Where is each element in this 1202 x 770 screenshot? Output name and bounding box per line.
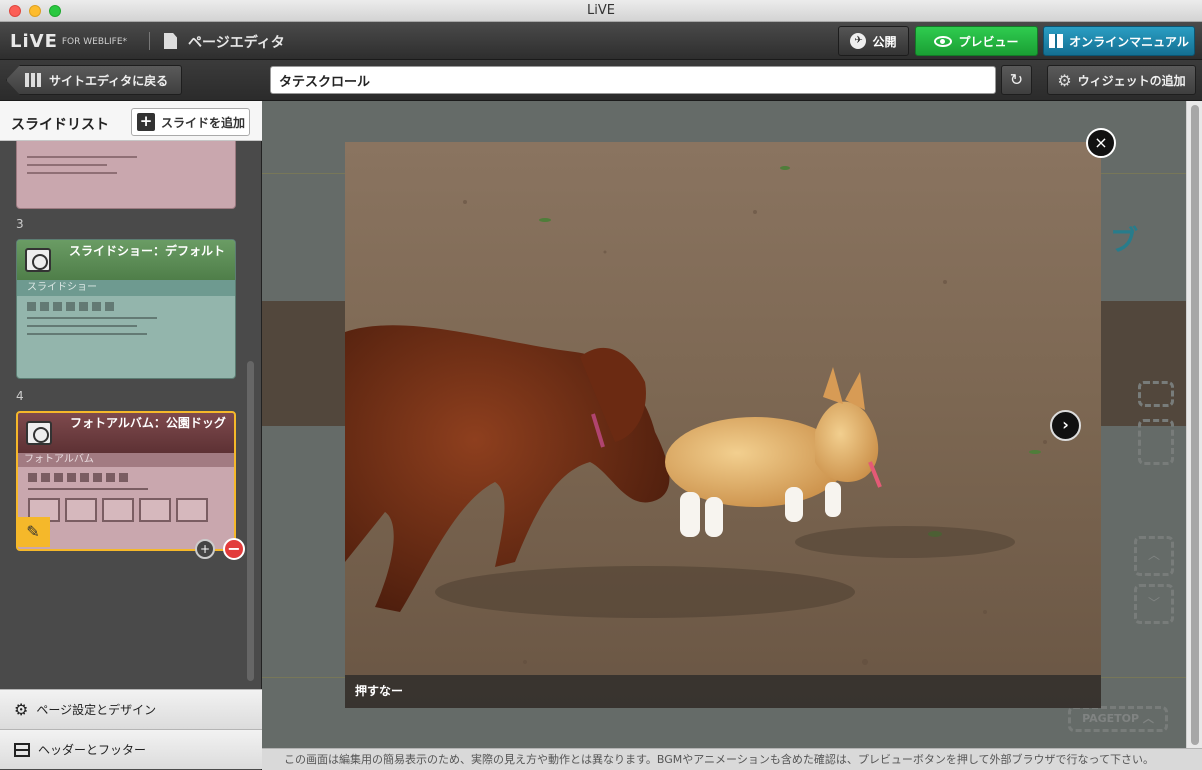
add-widget-button[interactable]: ⚙ ウィジェットの追加 [1047, 65, 1196, 95]
close-icon: × [1094, 133, 1108, 152]
minus-icon: − [227, 539, 241, 558]
lightbox-close-button[interactable]: × [1086, 128, 1116, 158]
slide-card-3[interactable]: スライドショー：デフォルト スライドショー [16, 239, 236, 379]
window-title: LiVE [587, 3, 615, 18]
slide-type-label: スライドショー [17, 280, 235, 296]
chevron-right-icon: › [1062, 415, 1069, 434]
header-footer-icon [14, 742, 30, 757]
page-settings-button[interactable]: ⚙ ページ設定とデザイン [0, 689, 262, 729]
sidebar-scrollbar[interactable] [247, 361, 254, 681]
duplicate-icon: + [199, 542, 211, 556]
slide-number: 4 [16, 389, 24, 403]
window-close-button[interactable] [9, 5, 21, 17]
preview-button[interactable]: プレビュー [915, 26, 1038, 56]
slide-number: 3 [16, 217, 24, 231]
editor-toolbar: サイトエディタに戻る ↻ ⚙ ウィジェットの追加 [0, 60, 1202, 101]
app-header: LiVE FOR WEBLIFE* ページエディタ ✈ 公開 プレビュー オンライ… [0, 22, 1202, 60]
window-titlebar: LiVE [0, 0, 1202, 22]
book-icon [1049, 34, 1064, 48]
pencil-icon: ✎ [26, 522, 40, 541]
slide-title: スライドショー：デフォルト [69, 244, 226, 258]
slide-list-title: スライドリスト [11, 117, 109, 133]
eye-icon [934, 35, 953, 47]
edit-slide-button[interactable]: ✎ [16, 517, 50, 547]
publish-icon: ✈ [850, 33, 867, 49]
image-icon [25, 248, 51, 272]
preview-scrollbar-thumb[interactable] [1191, 105, 1199, 745]
preview-scrollbar[interactable] [1186, 101, 1202, 748]
lightbox-photo [345, 142, 1101, 708]
add-slide-button[interactable]: + スライドを追加 [131, 108, 250, 136]
gear-icon: ⚙ [14, 700, 29, 719]
status-message: この画面は編集用の簡易表示のため、実際の見え方や動作とは異なります。BGMやアニ… [262, 748, 1202, 770]
slide-list[interactable]: 3 スライドショー：デフォルト スライドショー 4 フォトアルバム：公園ドッグ … [0, 141, 262, 689]
duplicate-slide-button[interactable]: + [195, 539, 215, 559]
slide-list-sidebar: スライドリスト + スライドを追加 3 スライドショー：デフォルト スライドショ… [0, 101, 262, 770]
lightbox-next-button[interactable]: › [1050, 410, 1081, 441]
page-title: ページエディタ [188, 35, 285, 51]
header-footer-button[interactable]: ヘッダーとフッター [0, 729, 262, 769]
photo-caption: 押すなー [345, 675, 1101, 708]
header-divider [149, 32, 150, 50]
camera-icon [26, 421, 52, 445]
slide-card-2[interactable] [16, 141, 236, 209]
gear-icon: ⚙ [1057, 70, 1072, 90]
delete-slide-button[interactable]: − [223, 538, 245, 560]
plus-icon: + [137, 113, 155, 131]
window-minimize-button[interactable] [29, 5, 41, 17]
page-title-input[interactable] [270, 66, 996, 94]
publish-button[interactable]: ✈ 公開 [838, 26, 909, 56]
slide-type-label: フォトアルバム [18, 453, 234, 467]
refresh-icon: ↻ [1009, 70, 1024, 89]
columns-icon [25, 73, 41, 87]
document-icon [164, 33, 177, 49]
back-to-site-editor-button[interactable]: サイトエディタに戻る [6, 65, 182, 95]
online-manual-button[interactable]: オンラインマニュアル [1043, 26, 1195, 56]
slide-list-header: スライドリスト + スライドを追加 [0, 101, 262, 141]
refresh-button[interactable]: ↻ [1001, 65, 1032, 95]
window-zoom-button[interactable] [49, 5, 61, 17]
app-logo: LiVE FOR WEBLIFE* [10, 31, 128, 52]
slide-title: フォトアルバム：公園ドッグ [70, 416, 226, 430]
